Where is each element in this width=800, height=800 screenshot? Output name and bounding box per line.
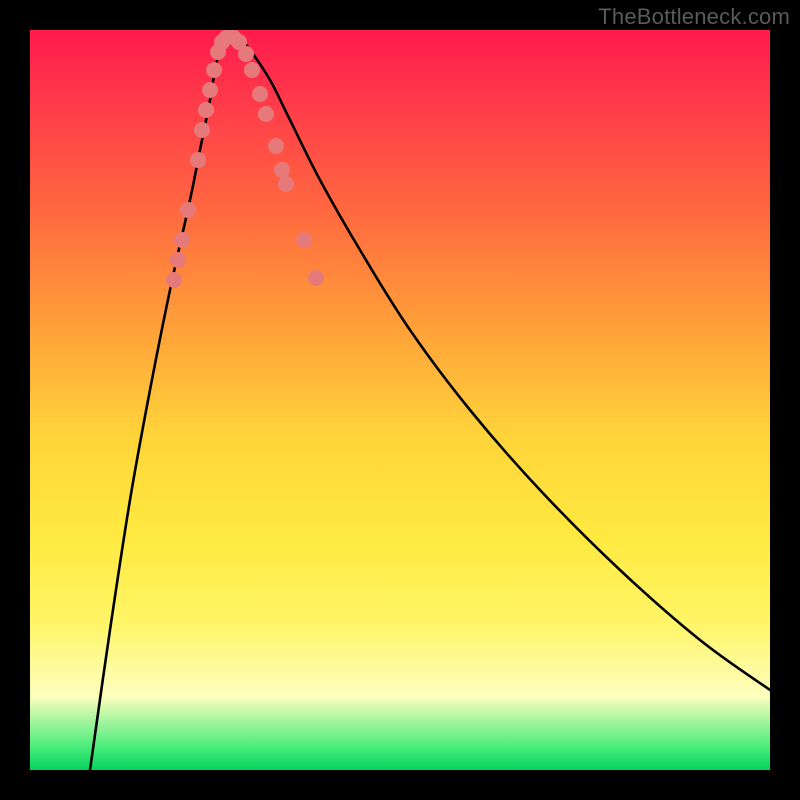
marker-dot: [202, 82, 218, 98]
marker-dot: [194, 122, 210, 138]
marker-dot: [296, 232, 312, 248]
plot-area: [30, 30, 770, 770]
marker-dot: [174, 232, 190, 248]
marker-dot: [258, 106, 274, 122]
marker-dot: [180, 202, 196, 218]
marker-dot: [268, 138, 284, 154]
marker-dot: [206, 62, 222, 78]
marker-dot: [170, 252, 186, 268]
marker-dot: [166, 272, 182, 288]
bottleneck-curve-path: [90, 38, 770, 770]
highlight-markers-group: [166, 30, 324, 288]
marker-dot: [274, 162, 290, 178]
marker-dot: [244, 62, 260, 78]
bottleneck-curve-svg: [30, 30, 770, 770]
marker-dot: [278, 176, 294, 192]
marker-dot: [190, 152, 206, 168]
curve-path-group: [90, 38, 770, 770]
marker-dot: [252, 86, 268, 102]
marker-dot: [308, 270, 324, 286]
watermark-text: TheBottleneck.com: [598, 4, 790, 30]
marker-dot: [198, 102, 214, 118]
marker-dot: [238, 46, 254, 62]
